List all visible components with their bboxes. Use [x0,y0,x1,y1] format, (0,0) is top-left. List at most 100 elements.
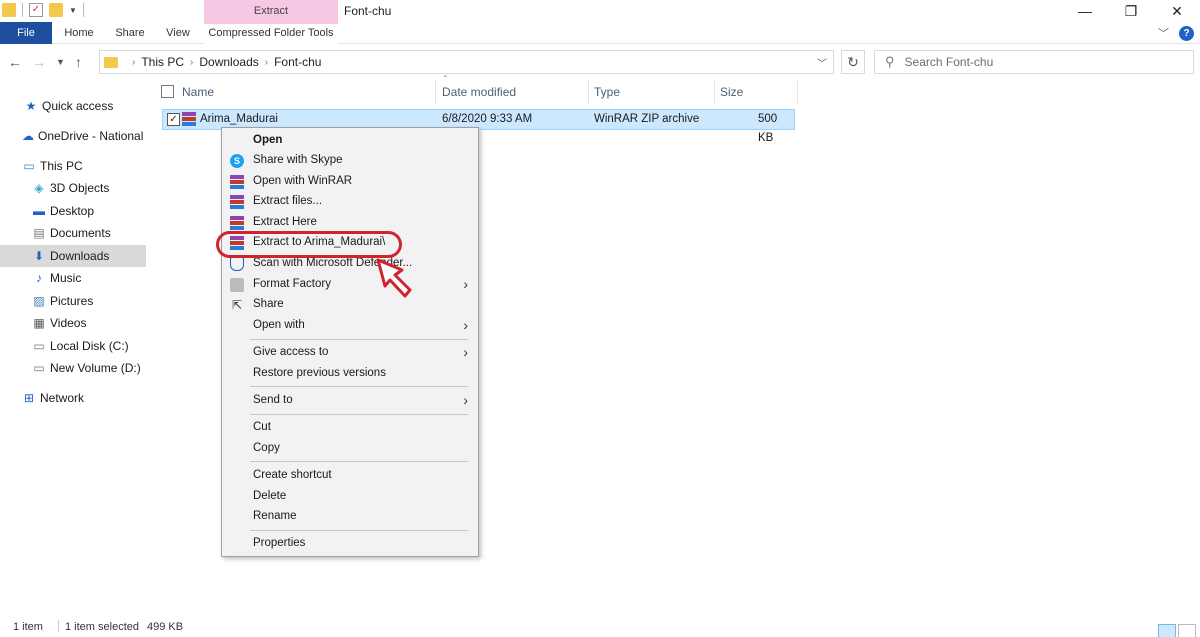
column-divider[interactable] [435,80,436,104]
sidebar-item-label: OneDrive - National I [38,129,146,143]
documents-icon: ▤ [32,226,46,240]
tab-file[interactable]: File [0,22,52,44]
sidebar-item-quick-access[interactable]: ★ Quick access [0,95,146,117]
status-divider [58,620,59,632]
menu-item-give-access-to[interactable]: Give access to › [224,343,476,363]
star-icon: ★ [24,99,38,113]
column-divider[interactable] [714,80,715,104]
file-size: 500 KB [758,110,794,129]
breadcrumb-downloads[interactable]: Downloads [199,55,258,69]
search-input[interactable] [905,55,1175,69]
sidebar-item-onedrive[interactable]: ☁ OneDrive - National I [0,125,146,147]
menu-item-extract-files[interactable]: Extract files... [224,192,476,212]
tab-view[interactable]: View [158,22,198,44]
chevron-right-icon[interactable]: › [265,57,268,68]
menu-item-properties[interactable]: Properties [224,534,476,554]
menu-separator [250,530,468,531]
column-divider[interactable] [588,80,589,104]
sidebar-item-downloads[interactable]: ⬇ Downloads [0,245,146,267]
maximize-button[interactable]: ❐ [1108,0,1154,22]
status-item-count: 1 item [13,621,43,633]
winrar-archive-icon [182,110,196,129]
status-bar: 1 item 1 item selected 499 KB [0,615,1200,637]
drive-icon: ▭ [32,361,46,375]
sidebar-item-network[interactable]: ⊞ Network [0,387,146,409]
menu-item-cut[interactable]: Cut [224,418,476,438]
forward-arrow-icon[interactable]: → [32,54,46,70]
menu-item-open-with[interactable]: Open with › [224,316,476,336]
select-all-checkbox[interactable] [161,85,174,98]
customize-toolbar-icon[interactable]: ▼ [69,6,77,15]
menu-item-share[interactable]: ⇱ Share [224,295,476,315]
sidebar-item-videos[interactable]: ▦ Videos [0,312,146,334]
close-button[interactable]: ✕ [1154,0,1200,22]
sidebar-item-desktop[interactable]: ▬ Desktop [0,200,146,222]
sidebar-item-this-pc[interactable]: ▭ This PC [0,155,146,177]
menu-item-restore-previous-versions[interactable]: Restore previous versions [224,364,476,384]
column-header-type[interactable]: Type [594,80,714,104]
sidebar-item-label: Quick access [42,99,113,113]
chevron-right-icon[interactable]: › [132,57,135,68]
breadcrumb-font-chu[interactable]: Font-chu [274,55,321,69]
music-icon: ♪ [32,271,46,285]
sidebar-item-new-volume-d[interactable]: ▭ New Volume (D:) [0,357,146,379]
large-icons-view-button[interactable] [1178,624,1196,637]
shield-icon [230,257,244,271]
new-folder-icon[interactable] [49,3,63,17]
minimize-button[interactable]: — [1062,0,1108,22]
extract-context-tab: Extract [204,0,338,22]
refresh-button[interactable]: ↻ [841,50,865,74]
winrar-icon [230,216,244,230]
column-header-name[interactable]: Name [182,80,436,104]
menu-item-copy[interactable]: Copy [224,439,476,459]
window-title: Font-chu [344,0,391,22]
navigation-pane: ★ Quick access ☁ OneDrive - National I ▭… [0,80,148,615]
desktop-icon: ▬ [32,204,46,218]
chevron-down-icon[interactable]: ﹀ [817,55,827,70]
chevron-right-icon: › [463,276,468,292]
menu-item-share-with-skype[interactable]: S Share with Skype [224,151,476,171]
tab-share[interactable]: Share [108,22,152,44]
sidebar-item-music[interactable]: ♪ Music [0,267,146,289]
sidebar-item-label: This PC [40,159,83,173]
menu-item-create-shortcut[interactable]: Create shortcut [224,466,476,486]
sidebar-item-label: Downloads [50,249,109,263]
chevron-right-icon: › [463,344,468,360]
menu-item-delete[interactable]: Delete [224,487,476,507]
chevron-right-icon: › [463,392,468,408]
search-box[interactable]: ⚲ [874,50,1194,74]
details-view-button[interactable] [1158,624,1176,637]
recent-locations-icon[interactable]: ▼ [56,57,65,67]
toolbar-divider [22,3,23,17]
menu-item-extract-here[interactable]: Extract Here [224,213,476,233]
column-header-size[interactable]: Size [720,80,796,104]
address-field[interactable]: › This PC › Downloads › Font-chu ﹀ [99,50,834,74]
sidebar-item-label: Music [50,271,81,285]
videos-icon: ▦ [32,316,46,330]
sidebar-item-3d-objects[interactable]: ◈ 3D Objects [0,177,146,199]
breadcrumb-this-pc[interactable]: This PC [141,55,184,69]
column-header-date-modified[interactable]: Date modified [442,80,588,104]
up-arrow-icon[interactable]: ↑ [75,54,82,70]
chevron-right-icon[interactable]: › [190,57,193,68]
status-selection-size: 499 KB [147,621,183,633]
tab-home[interactable]: Home [58,22,100,44]
menu-item-send-to[interactable]: Send to › [224,391,476,411]
column-divider[interactable] [797,80,798,104]
sidebar-item-local-disk-c[interactable]: ▭ Local Disk (C:) [0,335,146,357]
help-icon[interactable]: ? [1179,26,1194,41]
menu-item-scan-with-defender[interactable]: Scan with Microsoft Defender... [224,254,476,274]
menu-item-open[interactable]: Open [224,131,476,151]
properties-icon[interactable]: ✓ [29,3,43,17]
expand-ribbon-icon[interactable]: ﹀ [1158,25,1169,41]
sidebar-item-label: Documents [50,226,111,240]
sidebar-item-pictures[interactable]: ▨ Pictures [0,290,146,312]
sidebar-item-documents[interactable]: ▤ Documents [0,222,146,244]
row-checkbox[interactable]: ✓ [167,113,180,126]
menu-item-format-factory[interactable]: Format Factory › [224,275,476,295]
menu-item-rename[interactable]: Rename [224,507,476,527]
menu-item-open-with-winrar[interactable]: Open with WinRAR [224,172,476,192]
back-arrow-icon[interactable]: ← [8,54,22,70]
menu-item-extract-to-folder[interactable]: Extract to Arima_Madurai\ [224,233,476,253]
tab-compressed-folder-tools[interactable]: Compressed Folder Tools [204,22,338,44]
